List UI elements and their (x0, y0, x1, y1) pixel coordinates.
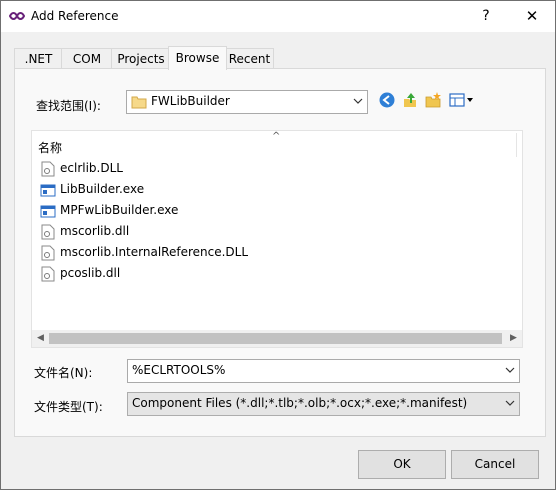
file-type-value: Component Files (*.dll;*.tlb;*.olb;*.ocx… (132, 396, 468, 410)
help-button[interactable]: ? (463, 1, 509, 32)
exe-file-icon (40, 205, 56, 218)
up-folder-icon[interactable] (401, 91, 419, 109)
chevron-down-icon (505, 400, 515, 406)
dll-file-icon (41, 161, 55, 177)
title-bar: Add Reference ? ✕ (1, 1, 555, 32)
scrollbar-thumb[interactable] (49, 333, 502, 344)
tab-dotnet[interactable]: .NET (14, 48, 63, 69)
visual-studio-icon (9, 12, 25, 20)
file-name-label: 文件名(N): (34, 366, 93, 380)
horizontal-scrollbar[interactable]: ◀ ▶ (32, 330, 522, 347)
file-name: mscorlib.dll (60, 224, 130, 238)
chevron-down-icon (505, 367, 515, 373)
file-name-value: %ECLRTOOLS% (132, 363, 226, 377)
file-name: mscorlib.InternalReference.DLL (60, 245, 249, 259)
file-name: LibBuilder.exe (60, 182, 145, 196)
dll-file-icon (41, 245, 55, 261)
dll-file-icon (41, 266, 55, 282)
back-icon[interactable] (378, 91, 396, 109)
close-button[interactable]: ✕ (509, 1, 555, 32)
look-in-value: FWLibBuilder (151, 94, 230, 108)
window-title: Add Reference (31, 9, 119, 23)
cancel-button[interactable]: Cancel (451, 450, 539, 479)
chevron-down-icon (353, 98, 363, 104)
file-name-input[interactable]: %ECLRTOOLS% (127, 359, 520, 383)
file-list[interactable]: 名称 ^ eclrlib.DLL LibBuilder.exe MPFwLibB… (31, 130, 523, 348)
scroll-left-icon[interactable]: ◀ (32, 330, 49, 347)
view-menu-icon[interactable] (449, 91, 475, 109)
tab-com[interactable]: COM (61, 48, 113, 69)
scroll-right-icon[interactable]: ▶ (505, 330, 522, 347)
column-divider (516, 133, 517, 157)
file-type-label: 文件类型(T): (34, 400, 103, 414)
add-reference-dialog: Add Reference ? ✕ .NET COM Projects Brow… (0, 0, 556, 490)
column-name-label: 名称 (38, 141, 63, 155)
sort-ascending-icon: ^ (272, 131, 281, 142)
exe-file-icon (40, 184, 56, 197)
dll-file-icon (41, 224, 55, 240)
tab-recent[interactable]: Recent (225, 48, 274, 69)
tab-browse[interactable]: Browse (168, 46, 227, 70)
tab-projects[interactable]: Projects (111, 48, 171, 69)
look-in-dropdown[interactable]: FWLibBuilder (126, 90, 368, 114)
look-in-label: 查找范围(I): (36, 99, 101, 113)
new-folder-icon[interactable] (424, 91, 442, 109)
file-name: MPFwLibBuilder.exe (60, 203, 179, 217)
file-name: pcoslib.dll (60, 266, 121, 280)
folder-icon (131, 96, 147, 109)
ok-button[interactable]: OK (358, 450, 446, 479)
file-type-dropdown[interactable]: Component Files (*.dll;*.tlb;*.olb;*.ocx… (127, 392, 520, 416)
column-header-name[interactable]: 名称 ^ (32, 131, 522, 157)
file-name: eclrlib.DLL (60, 161, 123, 175)
